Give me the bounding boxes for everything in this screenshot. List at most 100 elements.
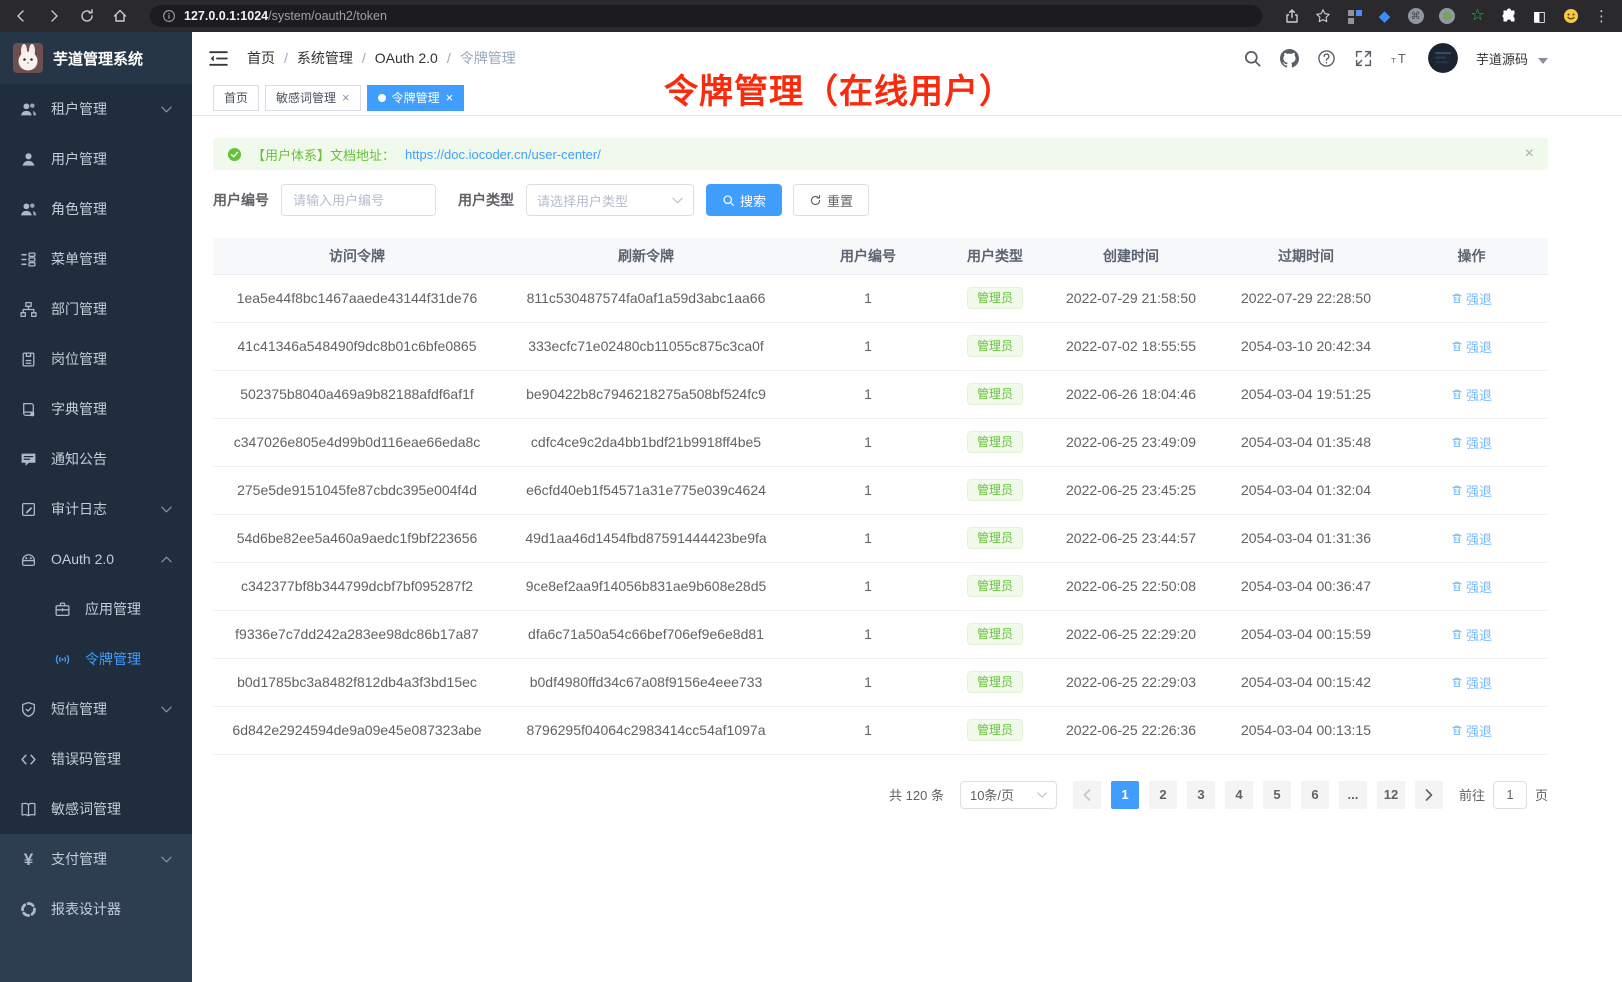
sidebar-item-audit-log[interactable]: 审计日志 — [0, 484, 192, 534]
force-logout-button[interactable]: 强退 — [1451, 625, 1492, 644]
sidebar-item-error-code[interactable]: 错误码管理 — [0, 734, 192, 784]
caret-down-icon[interactable] — [1538, 58, 1548, 64]
back-icon[interactable] — [12, 7, 30, 25]
reset-button[interactable]: 重置 — [793, 184, 869, 216]
tab-item[interactable]: 敏感词管理× — [265, 85, 361, 111]
breadcrumb-item[interactable]: OAuth 2.0 — [375, 50, 438, 66]
refresh-token-cell: 333ecfc71e02480cb11055c875c3ca0f — [501, 322, 791, 370]
force-logout-button[interactable]: 强退 — [1451, 433, 1492, 452]
page-button-12[interactable]: 12 — [1377, 781, 1405, 809]
sidebar-item-menu[interactable]: 菜单管理 — [0, 234, 192, 284]
site-info-icon[interactable] — [162, 9, 176, 23]
tab-item[interactable]: 首页 — [213, 85, 259, 111]
goto-page-input[interactable] — [1493, 781, 1527, 809]
sidebar-item-oauth2-app[interactable]: 应用管理 — [0, 584, 192, 634]
tab-active-item[interactable]: 令牌管理× — [367, 85, 465, 111]
page-button-5[interactable]: 5 — [1263, 781, 1291, 809]
force-logout-button[interactable]: 强退 — [1451, 673, 1492, 692]
tab-close-icon[interactable]: × — [342, 91, 350, 104]
sidebar-item-dept[interactable]: 部门管理 — [0, 284, 192, 334]
oauth2-icon — [20, 551, 37, 568]
user-type-badge: 管理员 — [967, 479, 1023, 501]
alert-close-icon[interactable]: × — [1525, 146, 1534, 162]
sidebar-item-user[interactable]: 用户管理 — [0, 134, 192, 184]
sidebar-item-post[interactable]: 岗位管理 — [0, 334, 192, 384]
reload-icon[interactable] — [78, 7, 96, 25]
force-logout-button[interactable]: 强退 — [1451, 721, 1492, 740]
font-size-icon[interactable]: TT — [1391, 49, 1410, 68]
page-button-3[interactable]: 3 — [1187, 781, 1215, 809]
doc-link[interactable]: https://doc.iocoder.cn/user-center/ — [405, 147, 601, 162]
record-extension-icon[interactable] — [1438, 8, 1455, 25]
sidebar-item-dict[interactable]: 字典管理 — [0, 384, 192, 434]
refresh-token-cell: 9ce8ef2aa9f14056b831ae9b608e28d5 — [501, 562, 791, 610]
command-extension-icon[interactable]: ⌘ — [1407, 8, 1424, 25]
profile-emoji-icon[interactable] — [1562, 8, 1579, 25]
table-header-row: 访问令牌刷新令牌用户编号用户类型创建时间过期时间操作 — [213, 238, 1548, 274]
username[interactable]: 芋道源码 — [1476, 49, 1528, 68]
breadcrumb: 首页/系统管理/OAuth 2.0/令牌管理 — [247, 48, 516, 68]
sidebar-item-oauth2[interactable]: OAuth 2.0 — [0, 534, 192, 584]
sidebar-item-role[interactable]: 角色管理 — [0, 184, 192, 234]
access-token-cell: 6d842e2924594de9a09e45e087323abe — [213, 706, 501, 754]
extensions-grid-icon[interactable] — [1345, 8, 1362, 25]
fullscreen-icon[interactable] — [1354, 49, 1373, 68]
sidebar-item-report-designer[interactable]: 报表设计器 — [0, 884, 192, 934]
search-button-label: 搜索 — [740, 191, 766, 210]
sidebar-item-label: 审计日志 — [51, 499, 107, 519]
breadcrumb-item[interactable]: 首页 — [247, 48, 275, 68]
sms-icon — [20, 701, 37, 718]
force-logout-button[interactable]: 强退 — [1451, 385, 1492, 404]
share-icon[interactable] — [1283, 8, 1300, 25]
sidebar-item-label: 通知公告 — [51, 449, 107, 469]
reader-extension-icon[interactable]: ◧ — [1531, 8, 1548, 25]
page-more-button[interactable]: ... — [1339, 781, 1367, 809]
force-logout-button[interactable]: 强退 — [1451, 289, 1492, 308]
help-icon[interactable] — [1317, 49, 1336, 68]
prev-page-button[interactable] — [1073, 781, 1101, 809]
access-token-cell: c342377bf8b344799dcbf7bf095287f2 — [213, 562, 501, 610]
puzzle-extension-icon[interactable] — [1500, 8, 1517, 25]
user-id-input[interactable] — [281, 184, 436, 216]
next-page-button[interactable] — [1415, 781, 1443, 809]
star-extension-icon[interactable]: ☆ — [1469, 8, 1486, 25]
page-button-1[interactable]: 1 — [1111, 781, 1139, 809]
page-button-2[interactable]: 2 — [1149, 781, 1177, 809]
reset-button-label: 重置 — [827, 191, 853, 210]
sidebar-item-sms[interactable]: 短信管理 — [0, 684, 192, 734]
force-logout-button[interactable]: 强退 — [1451, 529, 1492, 548]
bookmark-star-icon[interactable] — [1314, 8, 1331, 25]
page-size-select[interactable]: 10条/页 — [960, 781, 1057, 809]
browser-url-bar[interactable]: 127.0.0.1:1024/system/oauth2/token — [150, 5, 1262, 27]
tab-close-icon[interactable]: × — [446, 91, 454, 104]
sidebar-item-notice[interactable]: 通知公告 — [0, 434, 192, 484]
sidebar-item-tenant[interactable]: 租户管理 — [0, 84, 192, 134]
search-icon — [722, 194, 735, 207]
breadcrumb-item[interactable]: 系统管理 — [297, 48, 353, 68]
page-button-6[interactable]: 6 — [1301, 781, 1329, 809]
collapse-sidebar-button[interactable] — [208, 48, 229, 69]
user-type-select[interactable]: 请选择用户类型 — [526, 184, 694, 216]
force-logout-button[interactable]: 强退 — [1451, 481, 1492, 500]
force-logout-button[interactable]: 强退 — [1451, 337, 1492, 356]
search-button[interactable]: 搜索 — [706, 184, 782, 216]
home-icon[interactable] — [111, 7, 129, 25]
gem-extension-icon[interactable]: ◆ — [1376, 8, 1393, 25]
page-button-4[interactable]: 4 — [1225, 781, 1253, 809]
search-icon[interactable] — [1243, 49, 1262, 68]
sidebar-item-label: 角色管理 — [51, 199, 107, 219]
github-icon[interactable] — [1280, 49, 1299, 68]
browser-menu-dots-icon[interactable]: ⋮ — [1593, 8, 1610, 25]
force-logout-button[interactable]: 强退 — [1451, 577, 1492, 596]
user-avatar[interactable] — [1428, 43, 1458, 73]
sidebar: 芋道管理系统 租户管理用户管理角色管理菜单管理部门管理岗位管理字典管理通知公告审… — [0, 32, 192, 982]
sidebar-item-oauth2-token[interactable]: 令牌管理 — [0, 634, 192, 684]
access-token-cell: 54d6be82ee5a460a9aedc1f9bf223656 — [213, 514, 501, 562]
force-logout-label: 强退 — [1466, 481, 1492, 500]
forward-icon[interactable] — [45, 7, 63, 25]
sidebar-item-pay[interactable]: ¥支付管理 — [0, 834, 192, 884]
app-logo[interactable]: 芋道管理系统 — [0, 32, 192, 84]
trash-icon — [1451, 436, 1463, 448]
sidebar-item-sensitive-word[interactable]: 敏感词管理 — [0, 784, 192, 834]
trash-icon — [1451, 292, 1463, 304]
